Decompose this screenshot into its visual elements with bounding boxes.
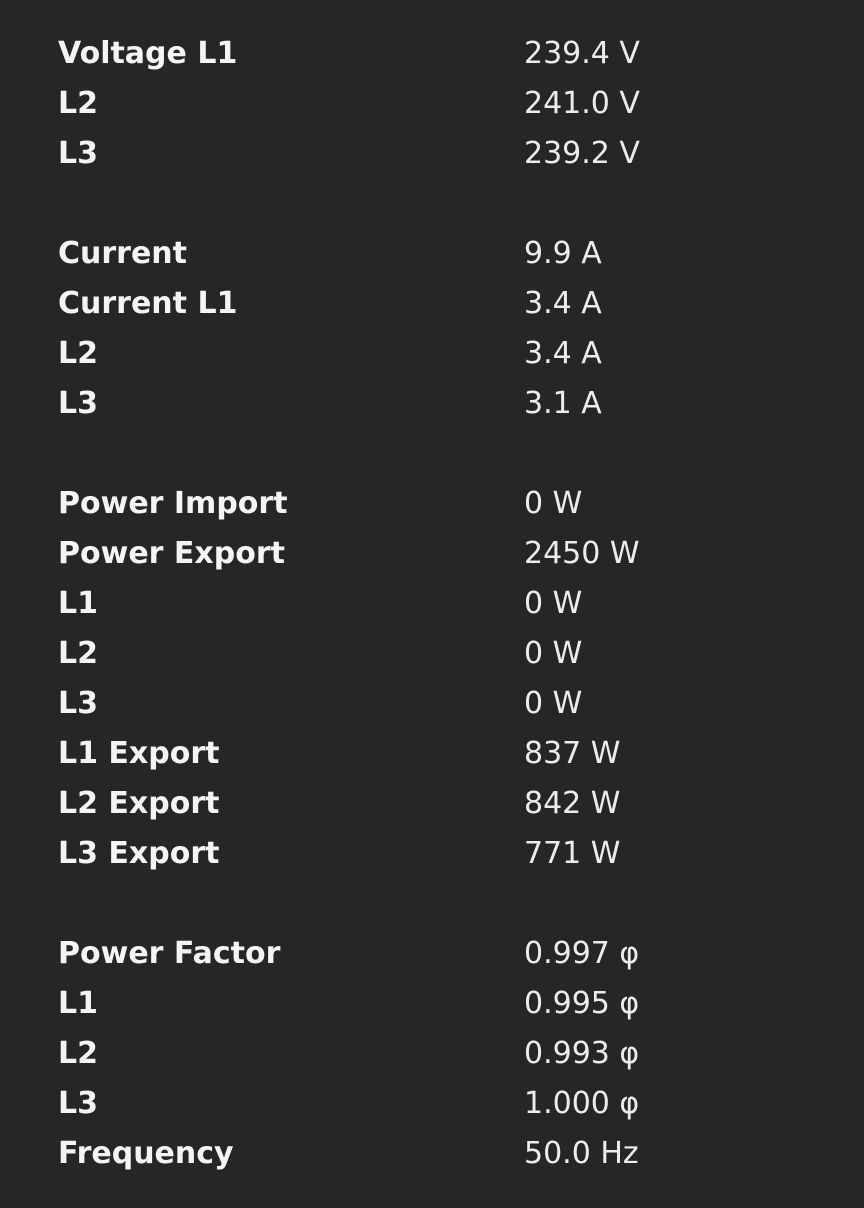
reading-label: L2 xyxy=(58,635,98,671)
reading-label: L3 xyxy=(58,385,98,421)
reading-label: L3 xyxy=(58,135,98,171)
reading-label: L3 Export xyxy=(58,835,220,871)
reading-value: 0.995 φ xyxy=(524,985,640,1021)
power-export-row: Power Export 2450 W xyxy=(0,528,864,578)
voltage-l1-row: Voltage L1 239.4 V xyxy=(0,28,864,78)
meter-readings: Voltage L1 239.4 V L2 241.0 V L3 239.2 V… xyxy=(0,28,864,1178)
reading-label: Power Export xyxy=(58,535,285,571)
reading-value: 0 W xyxy=(524,485,583,521)
power-l3-row: L3 0 W xyxy=(0,678,864,728)
current-l3-row: L3 3.1 A xyxy=(0,378,864,428)
power-factor-l3-row: L3 1.000 φ xyxy=(0,1078,864,1128)
current-l1-row: Current L1 3.4 A xyxy=(0,278,864,328)
voltage-l3-row: L3 239.2 V xyxy=(0,128,864,178)
power-l1-row: L1 0 W xyxy=(0,578,864,628)
reading-value: 239.2 V xyxy=(524,135,640,171)
reading-label: L2 Export xyxy=(58,785,220,821)
reading-value: 0 W xyxy=(524,635,583,671)
reading-label: Current xyxy=(58,235,188,271)
reading-value: 0 W xyxy=(524,685,583,721)
reading-value: 50.0 Hz xyxy=(524,1135,639,1171)
reading-label: Power Factor xyxy=(58,935,281,971)
reading-value: 837 W xyxy=(524,735,621,771)
frequency-row: Frequency 50.0 Hz xyxy=(0,1128,864,1178)
power-l2-row: L2 0 W xyxy=(0,628,864,678)
reading-label: Frequency xyxy=(58,1135,234,1171)
power-factor-l1-row: L1 0.995 φ xyxy=(0,978,864,1028)
reading-label: L2 xyxy=(58,1035,98,1071)
power-l2-export-row: L2 Export 842 W xyxy=(0,778,864,828)
reading-label: L1 Export xyxy=(58,735,220,771)
reading-value: 842 W xyxy=(524,785,621,821)
reading-label: L2 xyxy=(58,335,98,371)
power-factor-total-row: Power Factor 0.997 φ xyxy=(0,928,864,978)
reading-value: 1.000 φ xyxy=(524,1085,640,1121)
current-total-row: Current 9.9 A xyxy=(0,228,864,278)
reading-label: L2 xyxy=(58,85,98,121)
power-factor-group: Power Factor 0.997 φ L1 0.995 φ L2 0.993… xyxy=(0,928,864,1178)
reading-value: 0.993 φ xyxy=(524,1035,640,1071)
power-import-row: Power Import 0 W xyxy=(0,478,864,528)
reading-value: 2450 W xyxy=(524,535,640,571)
power-factor-l2-row: L2 0.993 φ xyxy=(0,1028,864,1078)
power-group: Power Import 0 W Power Export 2450 W L1 … xyxy=(0,478,864,878)
reading-value: 3.1 A xyxy=(524,385,602,421)
reading-value: 0 W xyxy=(524,585,583,621)
reading-label: L1 xyxy=(58,985,98,1021)
reading-label: L3 xyxy=(58,685,98,721)
reading-label: Power Import xyxy=(58,485,288,521)
reading-value: 3.4 A xyxy=(524,335,602,371)
power-l3-export-row: L3 Export 771 W xyxy=(0,828,864,878)
reading-value: 239.4 V xyxy=(524,35,640,71)
reading-value: 9.9 A xyxy=(524,235,602,271)
reading-value: 241.0 V xyxy=(524,85,640,121)
power-l1-export-row: L1 Export 837 W xyxy=(0,728,864,778)
current-group: Current 9.9 A Current L1 3.4 A L2 3.4 A … xyxy=(0,228,864,428)
reading-label: L1 xyxy=(58,585,98,621)
reading-label: Voltage L1 xyxy=(58,35,238,71)
voltage-group: Voltage L1 239.4 V L2 241.0 V L3 239.2 V xyxy=(0,28,864,178)
voltage-l2-row: L2 241.0 V xyxy=(0,78,864,128)
reading-value: 3.4 A xyxy=(524,285,602,321)
reading-label: Current L1 xyxy=(58,285,238,321)
reading-label: L3 xyxy=(58,1085,98,1121)
current-l2-row: L2 3.4 A xyxy=(0,328,864,378)
reading-value: 771 W xyxy=(524,835,621,871)
reading-value: 0.997 φ xyxy=(524,935,640,971)
